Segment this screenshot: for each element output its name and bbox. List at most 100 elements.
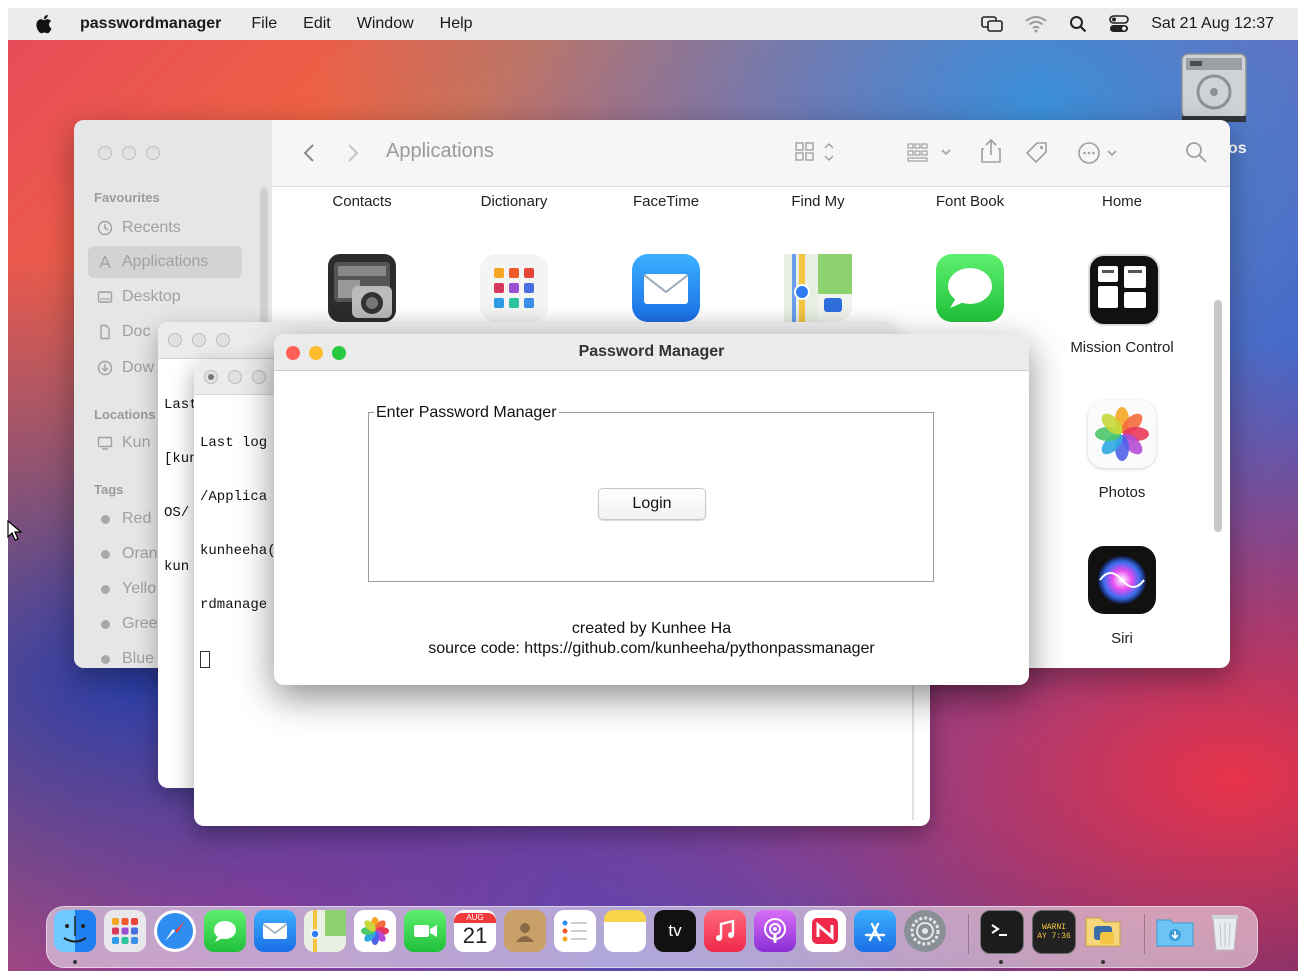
maps-dock-icon[interactable] <box>304 910 346 952</box>
image-capture-icon[interactable] <box>328 254 396 322</box>
sidebar-item-label: Recents <box>122 219 181 236</box>
zoom-button[interactable] <box>252 370 266 384</box>
sidebar-item-label: Dow <box>122 359 155 376</box>
screen-mirroring-icon[interactable] <box>981 15 1004 33</box>
minimize-button[interactable] <box>122 146 136 160</box>
messages-icon[interactable] <box>936 254 1004 322</box>
safari-dock-icon[interactable] <box>154 910 196 952</box>
launchpad-dock-icon[interactable] <box>104 910 146 952</box>
photos-dock-icon[interactable] <box>354 910 396 952</box>
hard-drive-label: os <box>1228 140 1247 157</box>
tv-label: tv <box>668 921 682 940</box>
mail-dock-icon[interactable] <box>254 910 296 952</box>
terminal-scrollbar[interactable] <box>912 680 914 820</box>
downloads-folder-dock-icon[interactable] <box>1154 910 1196 952</box>
menu-bar: passwordmanager File Edit Window Help Sa… <box>8 8 1298 40</box>
app-store-dock-icon[interactable] <box>854 910 896 952</box>
document-icon <box>96 323 114 341</box>
maps-icon[interactable] <box>784 254 852 322</box>
podcasts-dock-icon[interactable] <box>754 910 796 952</box>
desktop-icon <box>96 288 114 306</box>
facetime-dock-icon[interactable] <box>404 910 446 952</box>
system-preferences-dock-icon[interactable] <box>904 910 946 952</box>
terminal-line: /Applica <box>200 489 268 505</box>
zoom-button[interactable] <box>216 333 230 347</box>
music-dock-icon[interactable] <box>704 910 746 952</box>
more-actions-icon[interactable] <box>1076 140 1124 166</box>
hard-drive-icon[interactable] <box>1176 50 1252 126</box>
finder-window-controls <box>98 146 160 160</box>
sidebar-item-desktop[interactable]: Desktop <box>88 281 242 313</box>
terminal-line: kunheeha( <box>200 543 276 559</box>
menu-clock[interactable]: Sat 21 Aug 12:37 <box>1151 15 1274 33</box>
sidebar-item-applications[interactable]: Applications <box>88 246 242 278</box>
terminal-back-controls <box>168 333 230 347</box>
sidebar-item-label: Gree <box>122 615 158 632</box>
news-dock-icon[interactable] <box>804 910 846 952</box>
app-find-my-label[interactable]: Find My <box>743 193 893 210</box>
terminal-line: kun <box>164 559 190 575</box>
terminal-line: OS/ <box>164 505 190 521</box>
share-icon[interactable] <box>979 138 1003 164</box>
favourites-header: Favourites <box>94 190 160 205</box>
running-indicator <box>1101 960 1105 964</box>
back-chevron-icon[interactable] <box>302 142 316 164</box>
running-indicator <box>73 960 77 964</box>
app-siri-label[interactable]: Siri <box>1047 630 1197 647</box>
menu-app-name[interactable]: passwordmanager <box>80 15 221 33</box>
view-grid-icon[interactable] <box>794 140 836 164</box>
menu-file[interactable]: File <box>251 15 277 33</box>
menu-window[interactable]: Window <box>357 15 414 33</box>
apple-icon[interactable] <box>34 13 56 35</box>
trash-dock-icon[interactable] <box>1204 910 1246 952</box>
zoom-button[interactable] <box>146 146 160 160</box>
menu-edit[interactable]: Edit <box>303 15 331 33</box>
siri-icon[interactable] <box>1088 546 1156 614</box>
sidebar-item-label: Doc <box>122 323 151 340</box>
contacts-dock-icon[interactable] <box>504 910 546 952</box>
terminal-line: Last <box>164 397 198 413</box>
menu-help[interactable]: Help <box>440 15 473 33</box>
finder-dock-icon[interactable] <box>54 910 96 952</box>
terminal-dock-icon[interactable] <box>980 910 1024 954</box>
messages-dock-icon[interactable] <box>204 910 246 952</box>
app-contacts-label[interactable]: Contacts <box>287 193 437 210</box>
apple-tv-dock-icon[interactable]: tv <box>654 910 696 952</box>
search-icon[interactable] <box>1184 140 1208 164</box>
python-launcher-dock-icon[interactable] <box>1082 910 1124 952</box>
photos-icon[interactable] <box>1088 400 1156 468</box>
close-button[interactable] <box>98 146 112 160</box>
console-warning-text: WARNI <box>1041 923 1066 932</box>
notes-dock-icon[interactable] <box>604 910 646 952</box>
spotlight-search-icon[interactable] <box>1069 15 1087 33</box>
tag-dot-icon <box>96 510 114 528</box>
mail-icon[interactable] <box>632 254 700 322</box>
minimize-button[interactable] <box>192 333 206 347</box>
wifi-icon[interactable] <box>1025 15 1047 33</box>
finder-scrollbar[interactable] <box>1214 300 1222 532</box>
app-font-book-label[interactable]: Font Book <box>895 193 1045 210</box>
mission-control-icon[interactable] <box>1088 254 1160 326</box>
password-manager-window: Password Manager Enter Password Manager … <box>274 334 1029 685</box>
close-button[interactable] <box>168 333 182 347</box>
app-home-label[interactable]: Home <box>1047 193 1197 210</box>
reminders-dock-icon[interactable] <box>554 910 596 952</box>
app-photos-label[interactable]: Photos <box>1047 484 1197 501</box>
minimize-button[interactable] <box>228 370 242 384</box>
app-facetime-label[interactable]: FaceTime <box>591 193 741 210</box>
console-dock-icon[interactable]: WARNI AY 7:36 <box>1032 910 1076 954</box>
sidebar-item-label: Red <box>122 510 152 527</box>
launchpad-icon[interactable] <box>480 254 548 322</box>
sidebar-item-recents[interactable]: Recents <box>88 212 242 244</box>
login-button[interactable]: Login <box>598 488 706 520</box>
close-button[interactable] <box>204 370 218 384</box>
group-by-icon[interactable] <box>906 140 956 164</box>
app-dictionary-label[interactable]: Dictionary <box>439 193 589 210</box>
app-mission-control-label[interactable]: Mission Control <box>1047 339 1197 356</box>
control-center-icon[interactable] <box>1109 15 1130 33</box>
forward-chevron-icon[interactable] <box>346 142 360 164</box>
frame-label: Enter Password Manager <box>374 404 559 422</box>
calendar-dock-icon[interactable]: AUG 21 <box>454 910 496 952</box>
tag-icon[interactable] <box>1024 140 1050 166</box>
tag-dot-icon <box>96 650 114 668</box>
